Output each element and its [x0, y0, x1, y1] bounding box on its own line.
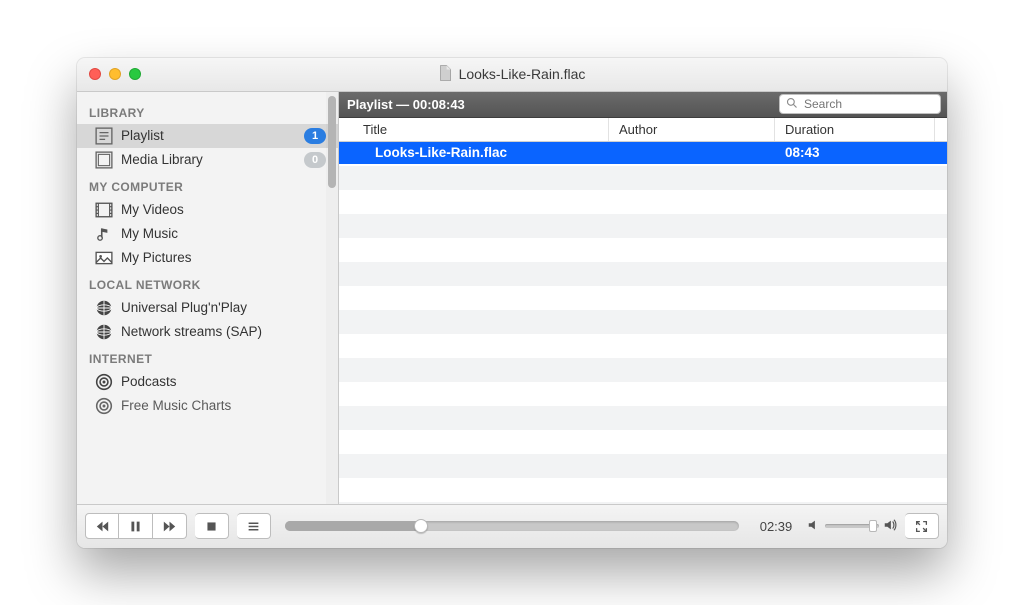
volume-slider[interactable]: [825, 524, 879, 528]
sidebar: LIBRARY Playlist 1 Media Library 0 MY CO…: [77, 92, 339, 504]
sidebar-item-media-library[interactable]: Media Library 0: [77, 148, 338, 172]
progress-fill: [285, 521, 421, 531]
next-button[interactable]: [153, 513, 187, 539]
titlebar: Looks-Like-Rain.flac: [77, 58, 947, 92]
sidebar-item-label: Media Library: [121, 152, 203, 167]
media-library-icon: [95, 152, 113, 168]
search-icon: [786, 97, 798, 112]
sidebar-item-label: Universal Plug'n'Play: [121, 300, 247, 315]
sidebar-item-my-pictures[interactable]: My Pictures: [77, 246, 338, 270]
column-author[interactable]: Author: [609, 118, 775, 141]
sidebar-item-free-music-charts[interactable]: Free Music Charts: [77, 394, 338, 418]
globe-icon: [95, 324, 113, 340]
sidebar-item-playlist[interactable]: Playlist 1: [77, 124, 338, 148]
sidebar-item-label: Free Music Charts: [121, 398, 231, 413]
rows-background: [339, 142, 947, 504]
sidebar-scrollbar[interactable]: [326, 92, 338, 504]
column-duration[interactable]: Duration: [775, 118, 935, 141]
sidebar-item-label: My Music: [121, 226, 178, 241]
zoom-window-button[interactable]: [129, 68, 141, 80]
sidebar-section-my-computer: MY COMPUTER: [77, 172, 338, 198]
film-icon: [95, 202, 113, 218]
playlist-header-title: Playlist — 00:08:43: [347, 97, 465, 112]
previous-button[interactable]: [85, 513, 119, 539]
sidebar-section-local-network: LOCAL NETWORK: [77, 270, 338, 296]
badge-count: 1: [304, 128, 326, 144]
row-duration: 08:43: [775, 145, 947, 160]
progress-knob[interactable]: [414, 519, 428, 533]
sidebar-item-upnp[interactable]: Universal Plug'n'Play: [77, 296, 338, 320]
podcast-icon: [95, 398, 113, 414]
sidebar-item-podcasts[interactable]: Podcasts: [77, 370, 338, 394]
document-icon: [439, 65, 453, 84]
row-title: Looks-Like-Rain.flac: [339, 145, 609, 160]
playlist-header: Playlist — 00:08:43: [339, 92, 947, 118]
badge-count: 0: [304, 152, 326, 168]
fullscreen-button[interactable]: [905, 513, 939, 539]
sidebar-item-my-music[interactable]: My Music: [77, 222, 338, 246]
volume-high-icon: [883, 518, 897, 535]
elapsed-time: 02:39: [753, 519, 799, 534]
window-title: Looks-Like-Rain.flac: [439, 65, 586, 84]
close-window-button[interactable]: [89, 68, 101, 80]
playlist-columns: Title Author Duration: [339, 118, 947, 142]
picture-icon: [95, 250, 113, 266]
podcast-icon: [95, 374, 113, 390]
sidebar-section-library: LIBRARY: [77, 98, 338, 124]
stop-button[interactable]: [195, 513, 229, 539]
sidebar-item-label: My Videos: [121, 202, 184, 217]
playlist-toggle-button[interactable]: [237, 513, 271, 539]
sidebar-item-label: My Pictures: [121, 250, 192, 265]
sidebar-section-internet: INTERNET: [77, 344, 338, 370]
globe-icon: [95, 300, 113, 316]
playlist-rows[interactable]: Looks-Like-Rain.flac 08:43: [339, 142, 947, 504]
window-title-text: Looks-Like-Rain.flac: [459, 66, 586, 82]
minimize-window-button[interactable]: [109, 68, 121, 80]
playlist-icon: [95, 128, 113, 144]
playlist-row[interactable]: Looks-Like-Rain.flac 08:43: [339, 142, 947, 164]
sidebar-item-label: Network streams (SAP): [121, 324, 262, 339]
search-input[interactable]: [802, 96, 947, 112]
pause-button[interactable]: [119, 513, 153, 539]
sidebar-item-sap[interactable]: Network streams (SAP): [77, 320, 338, 344]
progress-slider[interactable]: [285, 521, 739, 531]
music-note-icon: [95, 226, 113, 242]
traffic-lights: [77, 68, 141, 80]
sidebar-item-label: Playlist: [121, 128, 164, 143]
volume-knob[interactable]: [869, 520, 877, 532]
column-title[interactable]: Title: [339, 118, 609, 141]
playback-buttons: [85, 513, 187, 539]
search-field[interactable]: [779, 94, 941, 114]
app-window: Looks-Like-Rain.flac LIBRARY Playlist 1 …: [77, 58, 947, 548]
column-spacer: [935, 118, 947, 141]
volume-low-icon: [807, 518, 821, 535]
sidebar-item-label: Podcasts: [121, 374, 177, 389]
sidebar-scrollbar-thumb[interactable]: [328, 96, 336, 188]
sidebar-item-my-videos[interactable]: My Videos: [77, 198, 338, 222]
main-panel: Playlist — 00:08:43 Title Author Duratio…: [339, 92, 947, 504]
volume-control: [807, 518, 897, 535]
player-bar: 02:39: [77, 504, 947, 548]
